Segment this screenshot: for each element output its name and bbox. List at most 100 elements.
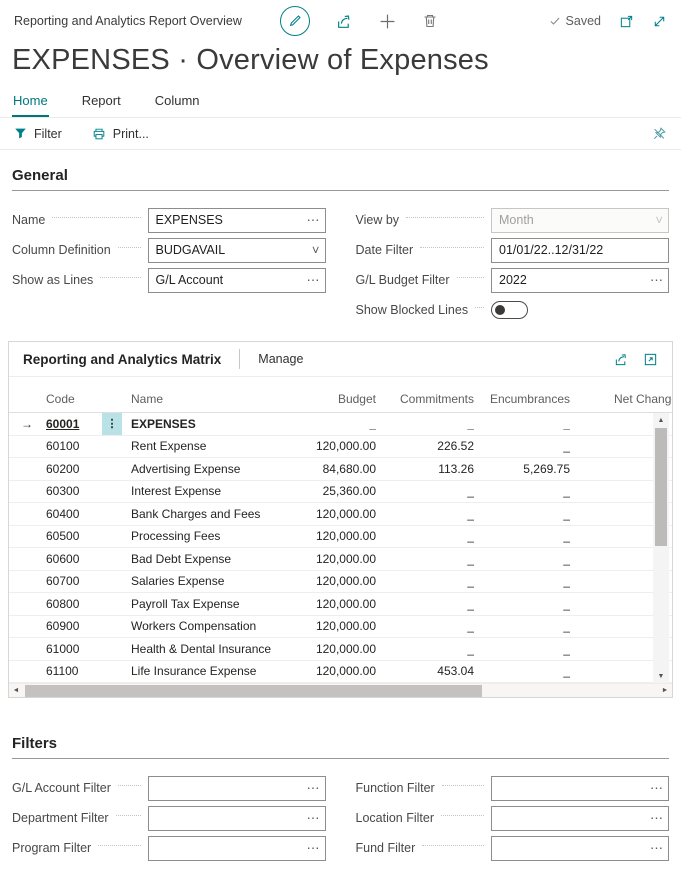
cell-code[interactable]: 60500 xyxy=(39,529,101,543)
column-definition-field[interactable]: ˅ xyxy=(148,238,326,263)
cell-budget[interactable]: 84,680.00 xyxy=(271,462,376,476)
cell-encumbrances[interactable]: _ xyxy=(474,574,570,588)
share-button[interactable] xyxy=(336,13,353,30)
row-context-menu-icon[interactable]: ⋮ xyxy=(102,413,122,435)
department-filter-field[interactable]: ⋯ xyxy=(148,806,326,831)
col-header-encumbrances[interactable]: Encumbrances xyxy=(474,392,570,406)
print-button[interactable]: Print... xyxy=(92,127,149,141)
general-heading[interactable]: General xyxy=(12,150,669,191)
show-blocked-lines-toggle[interactable] xyxy=(491,301,528,319)
table-row[interactable]: 60700Salaries Expense120,000.00__ xyxy=(9,571,672,594)
assist-edit-icon[interactable]: ⋯ xyxy=(307,842,320,855)
chevron-down-icon[interactable]: ˅ xyxy=(312,244,320,257)
cell-encumbrances[interactable]: _ xyxy=(474,597,570,611)
gl-account-filter-input[interactable] xyxy=(149,777,325,800)
table-row[interactable]: 60500Processing Fees120,000.00__ xyxy=(9,526,672,549)
cell-code[interactable]: 60300 xyxy=(39,484,101,498)
assist-edit-icon[interactable]: ⋯ xyxy=(307,812,320,825)
cell-budget[interactable]: 120,000.00 xyxy=(271,642,376,656)
date-filter-field[interactable] xyxy=(491,238,669,263)
horizontal-scrollbar-thumb[interactable] xyxy=(25,685,482,697)
cell-encumbrances[interactable]: _ xyxy=(474,507,570,521)
col-header-commitments[interactable]: Commitments xyxy=(376,392,474,406)
cell-commitments[interactable]: _ xyxy=(376,529,474,543)
delete-button[interactable] xyxy=(422,13,438,29)
department-filter-input[interactable] xyxy=(149,807,325,830)
horizontal-scrollbar[interactable]: ◄ ► xyxy=(9,683,672,697)
cell-encumbrances[interactable]: 5,269.75 xyxy=(474,462,570,476)
open-in-new-window-button[interactable] xyxy=(619,14,634,29)
fund-filter-input[interactable] xyxy=(492,837,668,860)
fullscreen-button[interactable] xyxy=(652,14,667,29)
tab-report[interactable]: Report xyxy=(81,89,122,117)
function-filter-field[interactable]: ⋯ xyxy=(491,776,669,801)
cell-commitments[interactable]: _ xyxy=(376,507,474,521)
cell-encumbrances[interactable]: _ xyxy=(474,439,570,453)
edit-button[interactable] xyxy=(280,6,310,36)
cell-code[interactable]: 61100 xyxy=(39,664,101,678)
table-row[interactable]: 60300Interest Expense25,360.00__ xyxy=(9,481,672,504)
name-input[interactable] xyxy=(149,209,325,232)
cell-commitments[interactable]: 113.26 xyxy=(376,462,474,476)
cell-commitments[interactable]: _ xyxy=(376,574,474,588)
col-header-budget[interactable]: Budget xyxy=(271,392,376,406)
scroll-down-icon[interactable]: ▼ xyxy=(653,669,669,683)
tab-home[interactable]: Home xyxy=(12,89,49,117)
unpin-toolbar-button[interactable] xyxy=(652,126,667,141)
gl-account-filter-field[interactable]: ⋯ xyxy=(148,776,326,801)
horizontal-scrollbar-track[interactable] xyxy=(23,684,658,697)
cell-encumbrances[interactable]: _ xyxy=(474,642,570,656)
table-row[interactable]: 61100Life Insurance Expense120,000.00453… xyxy=(9,661,672,684)
matrix-share-button[interactable] xyxy=(614,352,629,367)
column-definition-input[interactable] xyxy=(149,239,325,262)
table-row[interactable]: →60001⋮EXPENSES___ xyxy=(9,413,672,436)
vertical-scrollbar-thumb[interactable] xyxy=(655,428,667,546)
cell-code[interactable]: 60800 xyxy=(39,597,101,611)
col-header-code[interactable]: Code xyxy=(39,392,101,406)
cell-commitments[interactable]: _ xyxy=(376,552,474,566)
scroll-up-icon[interactable]: ▲ xyxy=(653,413,669,427)
cell-commitments[interactable]: _ xyxy=(376,417,474,431)
cell-code[interactable]: 60200 xyxy=(39,462,101,476)
filter-button[interactable]: Filter xyxy=(14,127,62,141)
manage-menu[interactable]: Manage xyxy=(258,352,303,366)
location-filter-input[interactable] xyxy=(492,807,668,830)
cell-code[interactable]: 60100 xyxy=(39,439,101,453)
fund-filter-field[interactable]: ⋯ xyxy=(491,836,669,861)
matrix-expand-button[interactable] xyxy=(643,352,658,367)
cell-budget[interactable]: 120,000.00 xyxy=(271,529,376,543)
assist-edit-icon[interactable]: ⋯ xyxy=(307,782,320,795)
table-row[interactable]: 60100Rent Expense120,000.00226.52_ xyxy=(9,436,672,459)
table-row[interactable]: 60800Payroll Tax Expense120,000.00__ xyxy=(9,593,672,616)
show-as-lines-input[interactable] xyxy=(149,269,325,292)
program-filter-field[interactable]: ⋯ xyxy=(148,836,326,861)
cell-encumbrances[interactable]: _ xyxy=(474,552,570,566)
location-filter-field[interactable]: ⋯ xyxy=(491,806,669,831)
assist-edit-icon[interactable]: ⋯ xyxy=(307,214,320,227)
table-row[interactable]: 60600Bad Debt Expense120,000.00__ xyxy=(9,548,672,571)
date-filter-input[interactable] xyxy=(492,239,668,262)
cell-encumbrances[interactable]: _ xyxy=(474,529,570,543)
function-filter-input[interactable] xyxy=(492,777,668,800)
cell-code[interactable]: 60001 xyxy=(39,417,101,431)
table-row[interactable]: 60400Bank Charges and Fees120,000.00__ xyxy=(9,503,672,526)
new-button[interactable] xyxy=(379,13,396,30)
col-header-name[interactable]: Name xyxy=(123,392,271,406)
table-row[interactable]: 61000Health & Dental Insurance E...120,0… xyxy=(9,638,672,661)
gl-budget-filter-input[interactable] xyxy=(492,269,668,292)
gl-budget-filter-field[interactable]: ⋯ xyxy=(491,268,669,293)
cell-budget[interactable]: _ xyxy=(271,417,376,431)
assist-edit-icon[interactable]: ⋯ xyxy=(650,812,663,825)
cell-code[interactable]: 60700 xyxy=(39,574,101,588)
cell-code[interactable]: 60400 xyxy=(39,507,101,521)
cell-commitments[interactable]: _ xyxy=(376,484,474,498)
cell-budget[interactable]: 25,360.00 xyxy=(271,484,376,498)
cell-commitments[interactable]: _ xyxy=(376,619,474,633)
assist-edit-icon[interactable]: ⋯ xyxy=(650,274,663,287)
assist-edit-icon[interactable]: ⋯ xyxy=(650,842,663,855)
cell-encumbrances[interactable]: _ xyxy=(474,664,570,678)
cell-commitments[interactable]: _ xyxy=(376,642,474,656)
cell-budget[interactable]: 120,000.00 xyxy=(271,507,376,521)
assist-edit-icon[interactable]: ⋯ xyxy=(650,782,663,795)
table-row[interactable]: 60200Advertising Expense84,680.00113.265… xyxy=(9,458,672,481)
